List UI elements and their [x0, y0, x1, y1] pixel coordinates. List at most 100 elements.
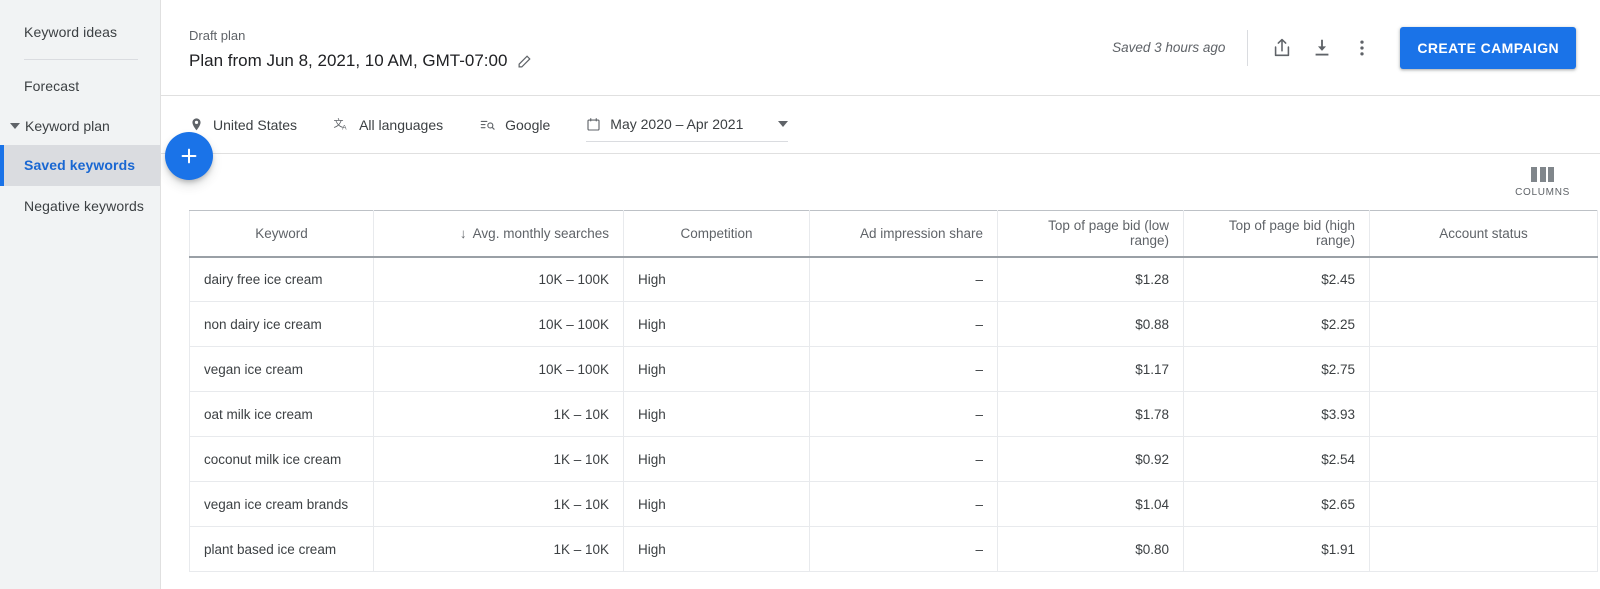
sidebar-item-label: Forecast — [24, 78, 80, 94]
table-row[interactable]: plant based ice cream 1K – 10K High – $0.80 $… — [189, 526, 1598, 572]
sidebar-divider — [24, 59, 138, 60]
top-of-page-bid-high-cell: $1.91 — [1183, 526, 1370, 572]
table-row[interactable]: oat milk ice cream 1K – 10K High – $1.78 $3.9… — [189, 391, 1598, 437]
top-of-page-bid-low-cell: $1.04 — [997, 481, 1184, 527]
table-header-row: Keyword ↓ Avg. monthly searches Competiti… — [189, 210, 1598, 258]
top-of-page-bid-high-cell: $2.45 — [1183, 256, 1370, 302]
column-header-avg-monthly-searches[interactable]: ↓ Avg. monthly searches — [373, 210, 624, 258]
filter-languages[interactable]: 文 A All languages — [333, 116, 444, 133]
columns-button[interactable]: COLUMNS — [1515, 166, 1570, 198]
ad-impression-share-cell: – — [809, 481, 998, 527]
translate-icon: 文 A — [334, 117, 348, 132]
filter-languages-label: All languages — [359, 116, 444, 133]
sidebar-group-label: Keyword plan — [25, 118, 110, 134]
sidebar-item-saved-keywords[interactable]: Saved keywords — [0, 145, 160, 186]
table-head: Keyword ↓ Avg. monthly searches Competiti… — [189, 210, 1598, 258]
header-actions: Saved 3 hours ago CREATE CAMPAIGN — [1112, 26, 1576, 69]
column-header-top-of-page-bid-low[interactable]: Top of page bid (low range) — [997, 210, 1184, 258]
filter-bar: United States 文 A All languages Google M… — [160, 96, 1600, 154]
table-row[interactable]: non dairy ice cream 10K – 100K High – $0.88 $… — [189, 301, 1598, 347]
column-header-account-status[interactable]: Account status — [1369, 210, 1598, 258]
sidebar-group-keyword-plan[interactable]: Keyword plan — [0, 107, 160, 145]
filter-date-range-label: May 2020 – Apr 2021 — [610, 116, 744, 132]
filter-date-range[interactable]: May 2020 – Apr 2021 — [586, 107, 789, 142]
column-header-ad-impression-share[interactable]: Ad impression share — [809, 210, 998, 258]
page-title: Plan from Jun 8, 2021, 10 AM, GMT-07:00 — [189, 51, 508, 70]
chevron-down-icon[interactable] — [778, 121, 789, 127]
competition-cell: High — [623, 256, 810, 302]
avg-monthly-searches-cell: 1K – 10K — [373, 436, 624, 482]
top-of-page-bid-low-cell: $1.17 — [997, 346, 1184, 392]
table-row[interactable]: vegan ice cream 10K – 100K High – $1.17 $2.75 — [189, 346, 1598, 392]
plus-icon — [181, 148, 197, 164]
table-toolbar: COLUMNS — [160, 132, 1600, 210]
competition-cell: High — [623, 301, 810, 347]
keywords-table: Keyword ↓ Avg. monthly searches Competiti… — [189, 210, 1598, 572]
three-dots-vertical-icon — [1360, 39, 1365, 56]
top-of-page-bid-low-cell: $1.28 — [997, 256, 1184, 302]
svg-text:A: A — [342, 124, 347, 131]
download-button[interactable] — [1302, 28, 1342, 68]
avg-monthly-searches-cell: 1K – 10K — [373, 481, 624, 527]
avg-monthly-searches-cell: 10K – 100K — [373, 346, 624, 392]
top-of-page-bid-low-cell: $1.78 — [997, 391, 1184, 437]
sidebar: Keyword ideas Forecast Keyword plan Save… — [0, 0, 160, 589]
top-of-page-bid-low-cell: $0.92 — [997, 436, 1184, 482]
column-header-top-of-page-bid-high[interactable]: Top of page bid (high range) — [1183, 210, 1370, 258]
ad-impression-share-cell: – — [809, 391, 998, 437]
account-status-cell — [1369, 526, 1598, 572]
table-body: dairy free ice cream 10K – 100K High – $1.28… — [189, 256, 1598, 572]
columns-icon — [1531, 166, 1555, 182]
column-header-competition[interactable]: Competition — [623, 210, 810, 258]
main-left-border — [160, 0, 161, 589]
account-status-cell — [1369, 301, 1598, 347]
competition-cell: High — [623, 346, 810, 392]
plan-name-row: Plan from Jun 8, 2021, 10 AM, GMT-07:00 — [189, 49, 534, 72]
draft-plan-label: Draft plan — [189, 28, 246, 43]
add-keywords-button[interactable] — [165, 132, 213, 180]
sidebar-item-label: Saved keywords — [24, 157, 136, 173]
calendar-icon — [587, 117, 600, 131]
sidebar-item-negative-keywords[interactable]: Negative keywords — [0, 186, 160, 227]
top-of-page-bid-high-cell: $3.93 — [1183, 391, 1370, 437]
top-of-page-bid-high-cell: $2.65 — [1183, 481, 1370, 527]
sidebar-item-label: Keyword ideas — [24, 24, 118, 40]
ad-impression-share-cell: – — [809, 436, 998, 482]
ad-impression-share-cell: – — [809, 526, 998, 572]
table-row[interactable]: coconut milk ice cream 1K – 10K High – $0.92… — [189, 436, 1598, 482]
column-header-label: Avg. monthly searches — [472, 225, 609, 241]
keyword-cell: vegan ice cream — [189, 346, 374, 392]
competition-cell: High — [623, 481, 810, 527]
competition-cell: High — [623, 436, 810, 482]
sort-descending-icon: ↓ — [459, 225, 467, 241]
filter-network[interactable]: Google — [479, 117, 550, 133]
filter-network-label: Google — [505, 116, 551, 133]
keyword-cell: oat milk ice cream — [189, 391, 374, 437]
saved-status: Saved 3 hours ago — [1112, 40, 1226, 55]
account-status-cell — [1369, 481, 1598, 527]
plan-title-block: Draft plan Plan from Jun 8, 2021, 10 AM,… — [189, 23, 534, 72]
top-of-page-bid-high-cell: $2.25 — [1183, 301, 1370, 347]
ad-impression-share-cell: – — [809, 256, 998, 302]
table-row[interactable]: dairy free ice cream 10K – 100K High – $1.28… — [189, 256, 1598, 302]
filter-location[interactable]: United States — [189, 117, 297, 133]
chevron-down-icon — [10, 123, 20, 129]
table-row[interactable]: vegan ice cream brands 1K – 10K High – $1.04… — [189, 481, 1598, 527]
sidebar-item-label: Negative keywords — [24, 198, 144, 214]
sidebar-item-forecast[interactable]: Forecast — [0, 66, 160, 107]
keywords-table-container: Keyword ↓ Avg. monthly searches Competiti… — [160, 210, 1600, 572]
share-button[interactable] — [1262, 28, 1302, 68]
sidebar-item-keyword-ideas[interactable]: Keyword ideas — [0, 12, 160, 53]
column-header-keyword[interactable]: Keyword — [189, 210, 374, 258]
filter-location-label: United States — [213, 116, 298, 133]
edit-pencil-icon[interactable] — [517, 52, 534, 69]
main-content: Draft plan Plan from Jun 8, 2021, 10 AM,… — [160, 0, 1600, 589]
top-of-page-bid-high-cell: $2.75 — [1183, 346, 1370, 392]
location-pin-icon — [192, 118, 201, 131]
create-campaign-button[interactable]: CREATE CAMPAIGN — [1400, 26, 1576, 69]
account-status-cell — [1369, 256, 1598, 302]
keyword-cell: vegan ice cream brands — [189, 481, 374, 527]
more-options-button[interactable] — [1342, 28, 1382, 68]
ad-impression-share-cell: – — [809, 301, 998, 347]
keyword-cell: coconut milk ice cream — [189, 436, 374, 482]
